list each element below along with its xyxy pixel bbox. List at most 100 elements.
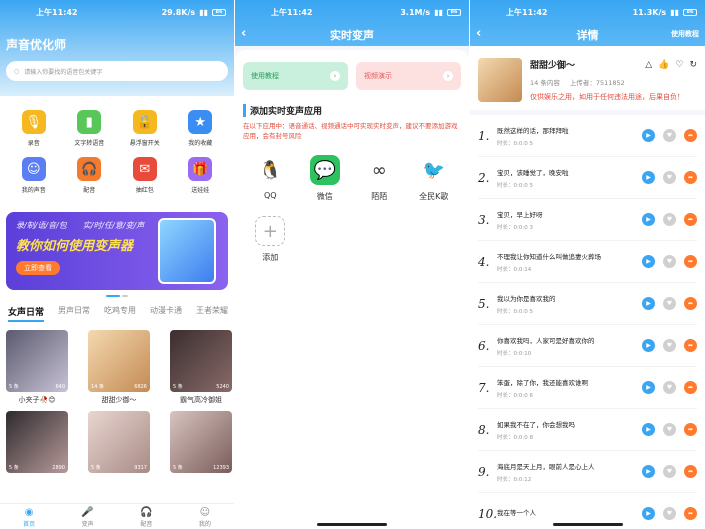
voice-pack-card[interactable]: 5 条 12393 xyxy=(170,411,232,476)
share-icon[interactable]: ➦ xyxy=(684,339,697,352)
heart-icon[interactable]: ♥ xyxy=(663,339,676,352)
play-icon[interactable]: ▶ xyxy=(642,339,655,352)
tutorial-button[interactable]: 使用教程 › xyxy=(243,62,348,90)
feature-item[interactable]: ☺ 我的声音 xyxy=(6,157,62,194)
heart-icon[interactable]: ♥ xyxy=(663,171,676,184)
nav-item[interactable]: 🎧 配音 xyxy=(140,504,152,529)
tab-item[interactable]: 女声日常 xyxy=(8,305,45,322)
app-label: 微信 xyxy=(316,192,333,201)
refresh-icon[interactable]: ↻ xyxy=(689,60,697,70)
voice-pack-card[interactable]: 5 条 9317 xyxy=(88,411,150,476)
voice-pack-card[interactable]: 14 条 6826 甜甜少御～ xyxy=(88,330,150,405)
feature-label: 我的收藏 xyxy=(188,140,213,147)
app-item[interactable]: 🐦 全民K歌 xyxy=(407,155,462,202)
clip-text: 如果我不在了，你会想我吗 xyxy=(497,420,575,429)
video-demo-button[interactable]: 视频演示 › xyxy=(356,62,461,90)
feature-label: 悬浮窗开关 xyxy=(129,140,160,147)
share-icon[interactable]: ➦ xyxy=(684,465,697,478)
tab-item[interactable]: 吃鸡专用 xyxy=(104,305,136,322)
heart-icon[interactable]: ♥ xyxy=(663,255,676,268)
network-speed: 11.3K/s xyxy=(632,7,667,17)
voice-clip-list: 1. 既然这样的话，那拜拜啦 时长：0:0:0 5 ▶ ♥ ➦ 2. 宝贝，该睡觉了，晚安啦时… xyxy=(470,115,705,529)
share-icon[interactable]: ➦ xyxy=(684,423,697,436)
status-bar: 上午11:42 11.3K/s ▮▮ 86 xyxy=(470,0,705,24)
voice-pack-list: 5 条 640 小夹子🥀😊 14 条 6826 甜甜少御～ 5 条 5240 霸气高冷御姐 5 条… xyxy=(0,322,234,476)
search-input[interactable]: ○ 请输入你要找的语音包关键字 xyxy=(6,61,228,81)
nav-item[interactable]: ☺ 我的 xyxy=(199,504,211,529)
voice-change-icon: 🎤 xyxy=(81,507,94,518)
clip-duration: 时长：0:0:0 5 xyxy=(497,308,533,315)
feature-item[interactable]: 🔒 悬浮窗开关 xyxy=(117,110,173,147)
voice-pack-card[interactable]: 5 条 5240 霸气高冷御姐 xyxy=(170,330,232,405)
share-icon[interactable]: ➦ xyxy=(684,213,697,226)
play-icon[interactable]: ▶ xyxy=(642,213,655,226)
view-now-button[interactable]: 立即查看 xyxy=(16,261,60,275)
realtime-content: 使用教程 › 视频演示 › 添加实时变声应用 在以下应用中：语音通话、视频通话中可实… xyxy=(235,50,469,529)
play-count: 6826 xyxy=(134,384,147,390)
heart-icon[interactable]: ♥ xyxy=(663,507,676,520)
tab-item[interactable]: 男声日常 xyxy=(58,305,90,322)
pack-cover-image xyxy=(478,58,522,102)
home-indicator xyxy=(317,523,387,526)
share-icon[interactable]: ➦ xyxy=(684,297,697,310)
play-icon[interactable]: ▶ xyxy=(642,465,655,478)
share-icon[interactable]: ➦ xyxy=(684,255,697,268)
feature-item[interactable]: 🎧 配音 xyxy=(62,157,118,194)
app-item[interactable]: ∞ 陌陌 xyxy=(352,155,407,202)
heart-icon[interactable]: ♥ xyxy=(663,465,676,478)
heart-icon[interactable]: ♥ xyxy=(663,129,676,142)
feature-item[interactable]: 🎁 送娃娃 xyxy=(173,157,229,194)
chevron-right-icon: › xyxy=(330,71,340,81)
clip-actions: ▶ ♥ ➦ xyxy=(642,297,697,310)
voice-pack-card[interactable]: 5 条 2890 xyxy=(6,411,68,476)
heart-icon[interactable]: ♥ xyxy=(663,213,676,226)
clip-actions: ▶ ♥ ➦ xyxy=(642,507,697,520)
feature-item[interactable]: ✉ 抽红包 xyxy=(117,157,173,194)
heart-icon[interactable]: ♥ xyxy=(663,297,676,310)
play-icon[interactable]: ▶ xyxy=(642,255,655,268)
feature-item[interactable]: ★ 我的收藏 xyxy=(173,110,229,147)
share-icon[interactable]: ➦ xyxy=(684,381,697,394)
nav-item[interactable]: ◉ 首页 xyxy=(23,504,35,529)
app-item[interactable]: 💬 微信 xyxy=(298,155,353,202)
app-item[interactable]: + 添加 xyxy=(243,216,298,263)
warning-icon[interactable]: △ xyxy=(645,60,652,70)
play-icon[interactable]: ▶ xyxy=(642,171,655,184)
back-icon[interactable]: ‹ xyxy=(241,26,246,41)
home-indicator xyxy=(552,523,623,526)
clip-info: 笨蛋，除了你，我还能喜欢谁啊 时长：0:0:0 6 xyxy=(492,377,642,399)
voice-pack-name: 霸气高冷御姐 xyxy=(180,396,222,404)
play-icon[interactable]: ▶ xyxy=(642,381,655,394)
play-icon[interactable]: ▶ xyxy=(642,423,655,436)
like-icon[interactable]: 👍 xyxy=(658,60,669,70)
play-icon[interactable]: ▶ xyxy=(642,129,655,142)
status-time: 上午11:42 xyxy=(36,7,78,17)
clip-info: 我在等一个人 xyxy=(492,507,642,521)
heart-icon[interactable]: ♥ xyxy=(663,423,676,436)
tab-item[interactable]: 王者荣耀 xyxy=(196,305,228,322)
search-placeholder: 请输入你要找的语音包关键字 xyxy=(24,68,103,76)
voice-pack-card[interactable]: 5 条 640 小夹子🥀😊 xyxy=(6,330,68,405)
feature-label: 录音 xyxy=(27,140,40,147)
nav-item[interactable]: 🎤 变声 xyxy=(81,504,93,529)
share-icon[interactable]: ➦ xyxy=(684,129,697,142)
tutorial-banner[interactable]: 录/制/语/音/包 实/时/任/意/变/声 教你如何使用变声器 立即查看 xyxy=(6,212,228,290)
tutorial-link[interactable]: 使用教程 xyxy=(671,29,699,39)
tab-item[interactable]: 动漫卡通 xyxy=(150,305,182,322)
app-item[interactable]: 🐧 QQ xyxy=(243,155,298,202)
status-time: 上午11:42 xyxy=(271,7,313,17)
feature-item[interactable]: 🎙 录音 xyxy=(6,110,62,147)
status-bar: 上午11:42 3.1M/s ▮▮ 86 xyxy=(235,0,469,24)
heart-icon[interactable]: ♡ xyxy=(675,60,683,70)
clip-actions: ▶ ♥ ➦ xyxy=(642,171,697,184)
play-icon[interactable]: ▶ xyxy=(642,507,655,520)
nav-label: 配音 xyxy=(140,521,153,528)
play-icon[interactable]: ▶ xyxy=(642,297,655,310)
share-icon[interactable]: ➦ xyxy=(684,171,697,184)
heart-icon[interactable]: ♥ xyxy=(663,381,676,394)
voice-pack-name: 小夹子🥀😊 xyxy=(18,396,56,404)
voice-pack-thumbnail: 5 条 9317 xyxy=(88,411,150,473)
share-icon[interactable]: ➦ xyxy=(684,507,697,520)
back-icon[interactable]: ‹ xyxy=(476,26,481,41)
feature-item[interactable]: ▮ 文字转语音 xyxy=(62,110,118,147)
